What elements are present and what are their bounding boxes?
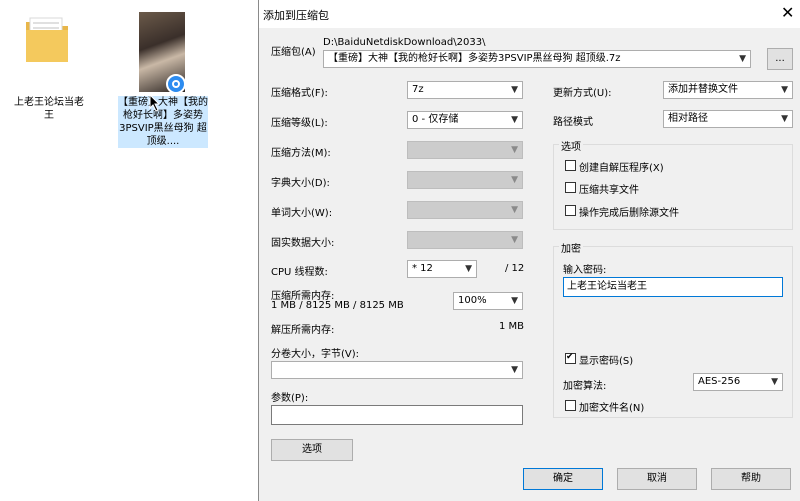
shared-checkbox[interactable] — [565, 182, 576, 193]
show-password-checkbox[interactable] — [565, 352, 576, 364]
delete-source-label: 操作完成后删除源文件 — [579, 208, 679, 219]
encrypt-names-label: 加密文件名(N) — [579, 403, 645, 414]
app-badge-icon — [166, 74, 186, 94]
desktop-folder-label: 上老王论坛当老王 — [14, 97, 84, 121]
options-button[interactable]: 选项 — [271, 439, 353, 461]
title-bar: 添加到压缩包 ✕ — [259, 0, 800, 28]
word-label: 单词大小(W): — [271, 208, 333, 219]
show-password-label: 显示密码(S) — [579, 356, 634, 367]
chevron-down-icon: ▼ — [781, 114, 788, 124]
volume-select[interactable]: ▼ — [271, 361, 523, 379]
archive-name-combo[interactable]: 【重磅】大神【我的枪好长啊】多姿势3PSVIP黑丝母狗 超顶级.7z ▼ — [323, 50, 751, 68]
desktop-folder-icon[interactable] — [24, 14, 70, 64]
cpu-select[interactable]: * 12 ▼ — [407, 260, 477, 278]
cpu-label: CPU 线程数: — [271, 267, 328, 278]
help-button[interactable]: 帮助 — [711, 468, 791, 490]
mem-decomp-label: 解压所需内存: — [271, 325, 335, 336]
chevron-down-icon: ▼ — [511, 115, 518, 125]
format-label: 压缩格式(F): — [271, 88, 328, 99]
pathmode-select[interactable]: 相对路径 ▼ — [663, 110, 793, 128]
archive-name-value: 【重磅】大神【我的枪好长啊】多姿势3PSVIP黑丝母狗 超顶级.7z — [328, 53, 621, 64]
chevron-down-icon: ▼ — [511, 145, 518, 155]
volume-label: 分卷大小，字节(V): — [271, 349, 360, 360]
dict-select[interactable]: ▼ — [407, 171, 523, 189]
cpu-value: * 12 — [412, 263, 433, 274]
pathmode-value: 相对路径 — [668, 113, 708, 124]
dict-label: 字典大小(D): — [271, 178, 330, 189]
close-icon[interactable]: ✕ — [781, 3, 794, 22]
enc-method-value: AES-256 — [698, 376, 741, 387]
level-select[interactable]: 0 - 仅存储 ▼ — [407, 111, 523, 129]
encryption-group-label: 加密 — [559, 240, 583, 255]
chevron-down-icon: ▼ — [511, 205, 518, 215]
desktop-video-label: 【重磅】大神【我的枪好长啊】多姿势3PSVIP黑丝母狗 超顶级.... — [118, 96, 208, 148]
ok-button[interactable]: 确定 — [523, 468, 603, 490]
options-group-label: 选项 — [559, 138, 583, 153]
chevron-down-icon: ▼ — [781, 85, 788, 95]
mem-comp-value: 1 MB / 8125 MB / 8125 MB — [271, 300, 404, 311]
chevron-down-icon: ▼ — [511, 235, 518, 245]
dialog-title: 添加到压缩包 — [263, 9, 329, 22]
enc-method-select[interactable]: AES-256 ▼ — [693, 373, 783, 391]
archive-label: 压缩包(A) — [271, 47, 316, 58]
chevron-down-icon: ▼ — [739, 54, 746, 64]
password-input[interactable]: 上老王论坛当老王 — [563, 277, 783, 297]
solid-select[interactable]: ▼ — [407, 231, 523, 249]
format-select[interactable]: 7z ▼ — [407, 81, 523, 99]
mem-percent-select[interactable]: 100% ▼ — [453, 292, 523, 310]
cpu-total: / 12 — [505, 263, 525, 274]
chevron-down-icon: ▼ — [511, 365, 518, 375]
delete-source-checkbox[interactable] — [565, 205, 576, 216]
sfx-checkbox[interactable] — [565, 160, 576, 171]
cancel-button[interactable]: 取消 — [617, 468, 697, 490]
solid-label: 固实数据大小: — [271, 238, 335, 249]
level-label: 压缩等级(L): — [271, 118, 328, 129]
desktop: 上老王论坛当老王 【重磅】大神【我的枪好长啊】多姿势3PSVIP黑丝母狗 超顶级… — [0, 0, 258, 501]
method-select[interactable]: ▼ — [407, 141, 523, 159]
pathmode-label: 路径模式 — [553, 117, 593, 128]
update-select[interactable]: 添加并替换文件 ▼ — [663, 81, 793, 99]
format-value: 7z — [412, 84, 424, 95]
encrypt-names-checkbox[interactable] — [565, 400, 576, 411]
word-select[interactable]: ▼ — [407, 201, 523, 219]
params-label: 参数(P): — [271, 393, 309, 404]
chevron-down-icon: ▼ — [771, 377, 778, 387]
level-value: 0 - 仅存储 — [412, 114, 459, 125]
mouse-cursor-icon — [149, 94, 161, 112]
shared-label: 压缩共享文件 — [579, 185, 639, 196]
chevron-down-icon: ▼ — [511, 296, 518, 306]
params-input[interactable] — [271, 405, 523, 425]
archive-path: D:\BaiduNetdiskDownload\2033\ — [323, 37, 486, 48]
mem-decomp-value: 1 MB — [499, 321, 525, 332]
chevron-down-icon: ▼ — [465, 264, 472, 274]
update-value: 添加并替换文件 — [668, 84, 738, 95]
method-label: 压缩方法(M): — [271, 148, 331, 159]
chevron-down-icon: ▼ — [511, 175, 518, 185]
enc-method-label: 加密算法: — [563, 381, 607, 392]
mem-percent-value: 100% — [458, 295, 487, 306]
chevron-down-icon: ▼ — [511, 85, 518, 95]
browse-button[interactable]: ... — [767, 48, 793, 70]
add-to-archive-dialog: 添加到压缩包 ✕ 压缩包(A) D:\BaiduNetdiskDownload\… — [258, 0, 800, 501]
sfx-label: 创建自解压程序(X) — [579, 163, 664, 174]
folder-icon — [26, 17, 68, 62]
password-label: 输入密码: — [563, 265, 607, 276]
update-label: 更新方式(U): — [553, 88, 612, 99]
